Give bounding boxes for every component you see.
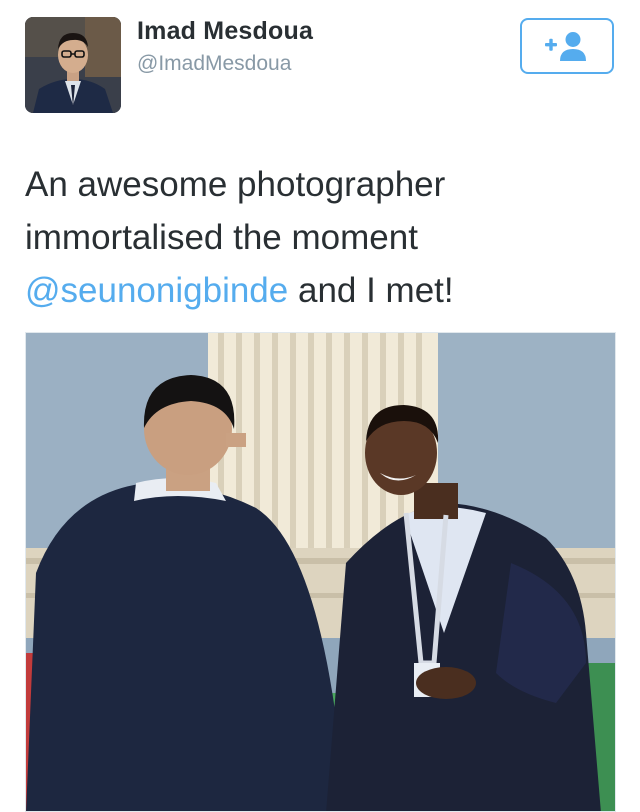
tweet-photo[interactable] — [25, 332, 616, 812]
tweet-line-2: immortalised the moment — [25, 218, 418, 257]
author-avatar[interactable] — [25, 17, 121, 113]
tweet-line-3-rest: and I met! — [288, 271, 454, 310]
add-user-icon — [545, 32, 586, 61]
tweet-line-3: @seunonigbinde and I met! — [25, 264, 615, 317]
author-handle[interactable]: @ImadMesdoua — [137, 52, 291, 76]
photo-image — [26, 333, 615, 811]
mention-link[interactable]: @seunonigbinde — [25, 271, 288, 310]
tweet-text: An awesome photographer immortalised the… — [25, 158, 615, 317]
follow-button[interactable] — [520, 18, 614, 74]
author-name[interactable]: Imad Mesdoua — [137, 17, 313, 46]
tweet-line-1: An awesome photographer — [25, 165, 446, 204]
tweet-header: Imad Mesdoua @ImadMesdoua — [0, 0, 640, 130]
avatar-image — [25, 17, 121, 113]
